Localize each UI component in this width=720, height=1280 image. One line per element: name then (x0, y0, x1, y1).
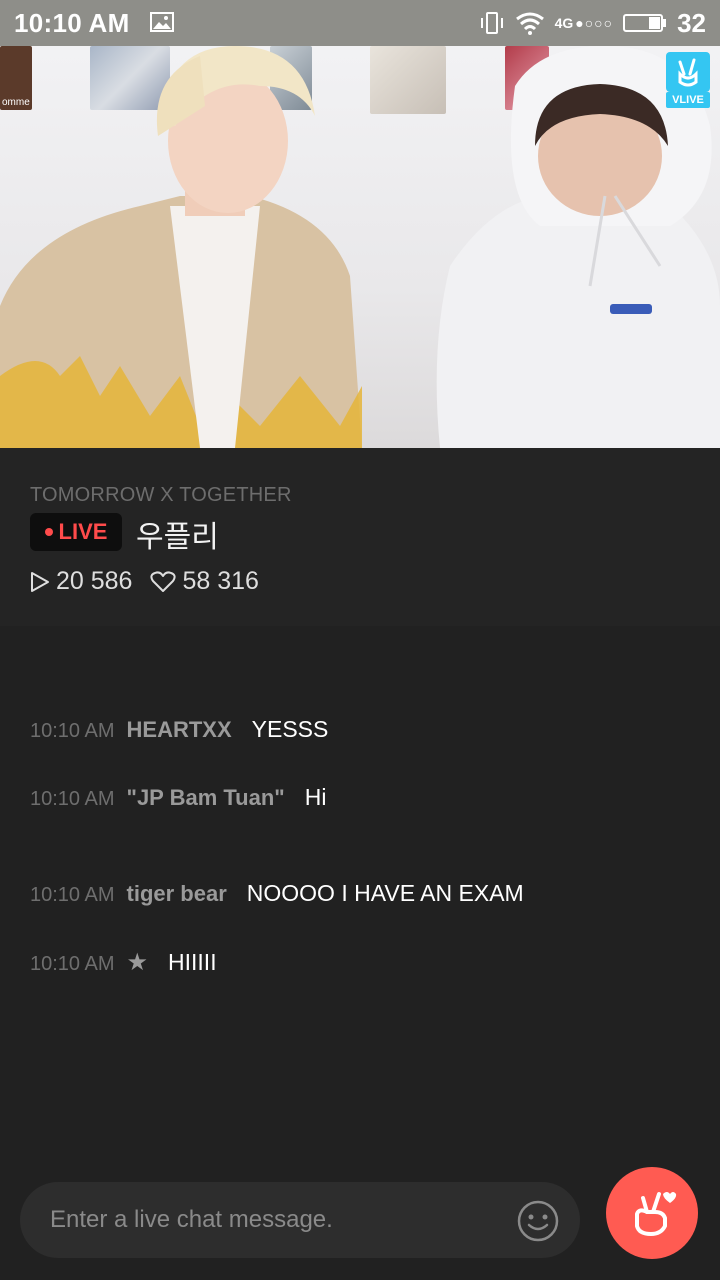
battery-level: 32 (677, 7, 706, 38)
battery-icon (623, 14, 667, 32)
chat-list[interactable]: 10:10 AM HEARTXX YESSS 10:10 AM "JP Bam … (0, 626, 720, 1160)
message-text: HIIIII (168, 949, 217, 975)
chat-input-bar (0, 1160, 720, 1280)
stream-info: TOMORROW X TOGETHER LIVE 우플리 20 586 58 3… (0, 448, 720, 626)
view-count: 20 586 (30, 567, 132, 596)
message-time: 10:10 AM (30, 720, 115, 742)
live-label: LIVE (58, 519, 108, 544)
stream-title: 우플리 (136, 521, 219, 554)
heart-icon (150, 570, 177, 592)
vlive-label: VLIVE (666, 92, 710, 108)
star-icon[interactable]: ★ (127, 948, 149, 977)
message-time: 10:10 AM (30, 788, 115, 810)
status-bar: 10:10 AM 4G ●○○○ 32 (0, 0, 720, 46)
message-user[interactable]: "JP Bam Tuan" (127, 785, 285, 811)
chat-message: 10:10 AM ★ HIIIII (30, 948, 217, 977)
message-text: Hi (304, 784, 327, 810)
finger-heart-icon (635, 1192, 677, 1236)
image-icon (150, 12, 174, 32)
play-icon (31, 571, 49, 592)
message-text: YESSS (251, 716, 329, 742)
video-player[interactable]: omme VLIVE (0, 46, 720, 448)
like-count: 58 316 (150, 567, 259, 596)
screen: 10:10 AM 4G ●○○○ 32 omme VLIVE TOMORROW … (0, 0, 720, 1280)
message-user[interactable]: tiger bear (127, 881, 227, 907)
finger-heart-button[interactable] (606, 1167, 698, 1259)
live-badge: LIVE (30, 513, 122, 551)
like-count-value: 58 316 (182, 567, 259, 595)
wifi-icon (515, 12, 544, 35)
live-dot-icon (44, 528, 53, 536)
emoji-icon[interactable] (516, 1199, 560, 1243)
chat-message: 10:10 AM tiger bear NOOOO I HAVE AN EXAM (30, 880, 524, 907)
chat-message: 10:10 AM "JP Bam Tuan" Hi (30, 784, 326, 811)
message-time: 10:10 AM (30, 884, 115, 906)
signal-icon: 4G ●○○○ (554, 15, 614, 31)
vibrate-icon (480, 12, 503, 34)
chat-input[interactable] (20, 1182, 580, 1258)
message-text: NOOOO I HAVE AN EXAM (246, 880, 524, 906)
vlive-hand-icon (666, 52, 710, 92)
message-time: 10:10 AM (30, 953, 115, 975)
vlive-logo: VLIVE (666, 52, 710, 110)
view-count-value: 20 586 (56, 567, 133, 595)
person-left (0, 46, 362, 448)
status-time: 10:10 AM (14, 8, 130, 38)
channel-name[interactable]: TOMORROW X TOGETHER (30, 484, 292, 507)
chat-message: 10:10 AM HEARTXX YESSS (30, 716, 328, 743)
stream-stats: 20 586 58 316 (30, 567, 277, 596)
network-type: 4G (554, 15, 574, 31)
status-icons: 4G ●○○○ 32 (479, 6, 706, 40)
message-user[interactable]: HEARTXX (127, 717, 232, 743)
